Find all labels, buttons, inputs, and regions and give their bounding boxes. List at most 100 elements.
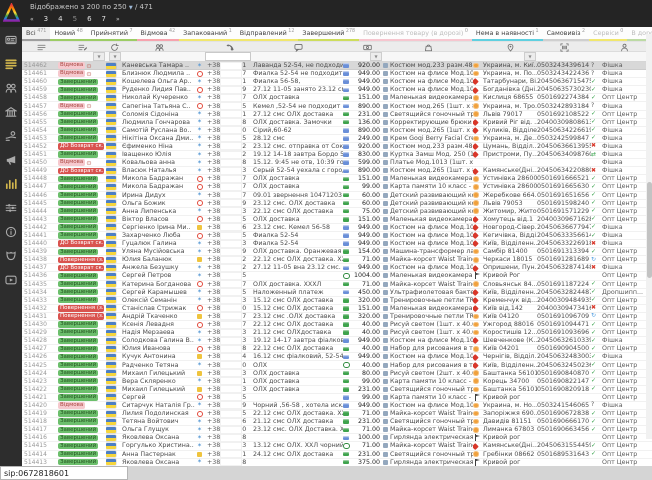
- price-filter-dropdown[interactable]: ▼: [370, 52, 382, 61]
- phone-filter-input[interactable]: [205, 52, 251, 61]
- flag-column-header[interactable]: [106, 42, 122, 52]
- phone-cell[interactable]: +382: [207, 264, 253, 272]
- shop-cell: Опт Центр: [602, 304, 646, 312]
- phone-cell[interactable]: +382: [207, 151, 253, 159]
- phone-cell[interactable]: +383: [207, 442, 253, 450]
- phone-cell[interactable]: +387: [207, 191, 253, 199]
- phone-cell[interactable]: +383: [207, 296, 253, 304]
- phone-cell[interactable]: +389: [207, 86, 253, 94]
- pager-page[interactable]: 4: [58, 15, 62, 23]
- phone-cell[interactable]: +383: [207, 337, 253, 345]
- phone-cell[interactable]: +380: [207, 304, 253, 312]
- phone-cell[interactable]: +388: [207, 345, 253, 353]
- pager-first-icon[interactable]: «: [30, 16, 34, 23]
- flag-filter-dropdown[interactable]: ▼: [109, 52, 121, 61]
- phone-cell[interactable]: +389: [207, 199, 253, 207]
- phone-cell[interactable]: +387: [207, 312, 253, 320]
- id-card-icon[interactable]: [5, 34, 17, 46]
- comment-column-header[interactable]: [253, 42, 343, 52]
- tab-item[interactable]: Відправлений12: [236, 27, 299, 41]
- status-filter-dropdown[interactable]: ▼: [93, 52, 105, 61]
- phone-cell[interactable]: +387: [207, 94, 253, 102]
- phone-cell[interactable]: +387: [207, 70, 253, 78]
- clients-icon[interactable]: [5, 82, 17, 94]
- phone-cell[interactable]: +383: [207, 207, 253, 215]
- pager-page[interactable]: 5: [73, 15, 77, 23]
- pager-page[interactable]: 6: [87, 15, 91, 23]
- phone-cell[interactable]: +381: [207, 62, 253, 70]
- phone-cell[interactable]: +385: [207, 215, 253, 223]
- phone-cell[interactable]: +388: [207, 159, 253, 167]
- phone-cell[interactable]: +384: [207, 353, 253, 361]
- masks-icon[interactable]: [5, 250, 17, 262]
- phone-cell[interactable]: +383: [207, 369, 253, 377]
- tab-item[interactable]: Завершений278: [298, 27, 359, 41]
- desticon-column-header[interactable]: [473, 42, 483, 52]
- statistics-icon[interactable]: [5, 178, 17, 190]
- product-column-header[interactable]: [383, 42, 473, 52]
- video-icon[interactable]: [5, 274, 17, 286]
- announcements-icon[interactable]: [5, 154, 17, 166]
- dest-filter-dropdown[interactable]: ▼: [524, 52, 536, 61]
- phone-cell[interactable]: +389: [207, 401, 253, 409]
- phone-cell[interactable]: +387: [207, 183, 253, 191]
- phone-column-header[interactable]: [207, 42, 253, 52]
- phone-cell[interactable]: +381: [207, 110, 253, 118]
- pager-page[interactable]: 3: [44, 15, 48, 23]
- ttn-column-header[interactable]: [537, 42, 591, 52]
- dest-column-header[interactable]: [483, 42, 537, 52]
- phone-cell[interactable]: +385: [207, 272, 253, 280]
- phone-cell[interactable]: +389: [207, 248, 253, 256]
- phone-cell[interactable]: +381: [207, 78, 253, 86]
- phone-cell[interactable]: +388: [207, 434, 253, 442]
- phone-cell[interactable]: +381: [207, 377, 253, 385]
- phone-cell[interactable]: +380: [207, 426, 253, 434]
- phone-cell[interactable]: +382: [207, 256, 253, 264]
- phone-cell[interactable]: +387: [207, 280, 253, 288]
- phone-cell[interactable]: +385: [207, 288, 253, 296]
- carrier-cell: [473, 78, 483, 86]
- tab-item[interactable]: Повернення товару (в дорозі)0: [359, 27, 472, 41]
- phone-cell[interactable]: +388: [207, 458, 253, 466]
- phone-cell[interactable]: +386: [207, 418, 253, 426]
- phone-cell[interactable]: +381: [207, 450, 253, 458]
- phone-cell[interactable]: +382: [207, 142, 253, 150]
- phone-cell[interactable]: +383: [207, 167, 253, 175]
- phone-cell[interactable]: +386: [207, 223, 253, 231]
- tracking-cell: [537, 434, 591, 442]
- vertical-scrollbar[interactable]: [646, 34, 652, 439]
- pagination-range-label[interactable]: Відображено з 200 по 250 ▼ / 471: [30, 3, 153, 11]
- phone-cell[interactable]: +387: [207, 175, 253, 183]
- pay-column-header[interactable]: [343, 42, 352, 52]
- scrollbar-thumb[interactable]: [647, 182, 652, 278]
- star-source-icon: ✶: [197, 135, 202, 141]
- phone-cell[interactable]: +385: [207, 102, 253, 110]
- phone-cell[interactable]: +380: [207, 361, 253, 369]
- phone-cell[interactable]: +388: [207, 118, 253, 126]
- price-column-header[interactable]: [352, 42, 383, 52]
- src-column-header[interactable]: [197, 42, 207, 52]
- phone-cell[interactable]: +383: [207, 385, 253, 393]
- tstat-column-header[interactable]: [591, 42, 602, 52]
- payouts-icon[interactable]: [5, 130, 17, 142]
- phone-cell[interactable]: +385: [207, 134, 253, 142]
- phone-cell[interactable]: +383: [207, 329, 253, 337]
- destination-text: Кривой рог: [483, 459, 520, 466]
- phone-cell[interactable]: +385: [207, 231, 253, 239]
- bank-icon[interactable]: [5, 106, 17, 118]
- phone-cell[interactable]: +380: [207, 126, 253, 134]
- phone-cell[interactable]: +385: [207, 410, 253, 418]
- client-column-header[interactable]: [602, 42, 646, 52]
- name-column-header[interactable]: [122, 42, 197, 52]
- orders-icon[interactable]: [5, 58, 17, 70]
- pager-last-icon[interactable]: »: [116, 16, 120, 23]
- status-column-header[interactable]: [58, 42, 106, 52]
- settings-icon[interactable]: [5, 202, 17, 214]
- phone-cell[interactable]: +387: [207, 321, 253, 329]
- product-name: Светящийся гоночный трек Ма...: [390, 451, 473, 458]
- info-icon[interactable]: [5, 226, 17, 238]
- id-column-header[interactable]: [24, 42, 58, 52]
- phone-cell[interactable]: +383: [207, 240, 253, 248]
- phone-cell[interactable]: +385: [207, 393, 253, 401]
- pager-page[interactable]: 7: [102, 15, 106, 23]
